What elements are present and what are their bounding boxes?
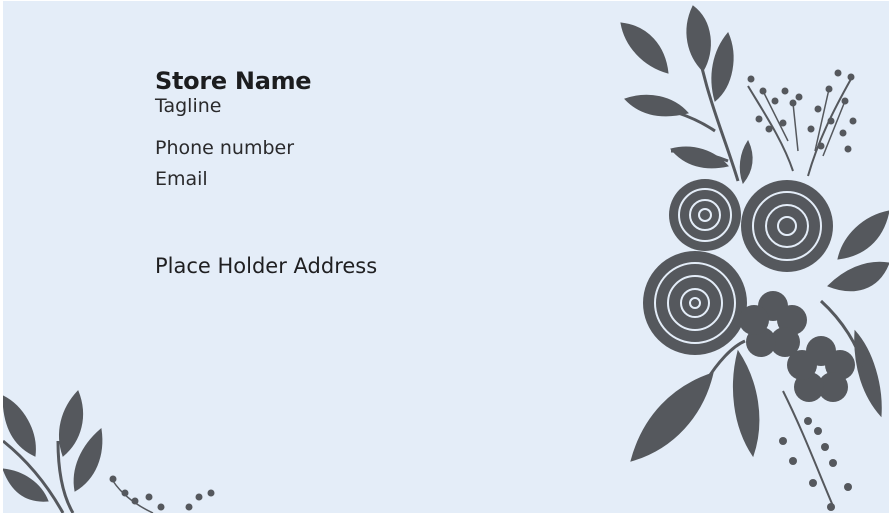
tagline: Tagline xyxy=(155,95,222,117)
email: Email xyxy=(155,168,208,190)
floral-bouquet-illustration xyxy=(620,5,889,511)
business-card: Store Name Tagline Phone number Email Pl… xyxy=(3,1,889,513)
floral-decoration xyxy=(3,5,889,513)
phone-number: Phone number xyxy=(155,137,295,159)
store-name: Store Name xyxy=(155,67,312,95)
leaf-sprig-illustration xyxy=(3,390,215,513)
address: Place Holder Address xyxy=(155,254,378,278)
